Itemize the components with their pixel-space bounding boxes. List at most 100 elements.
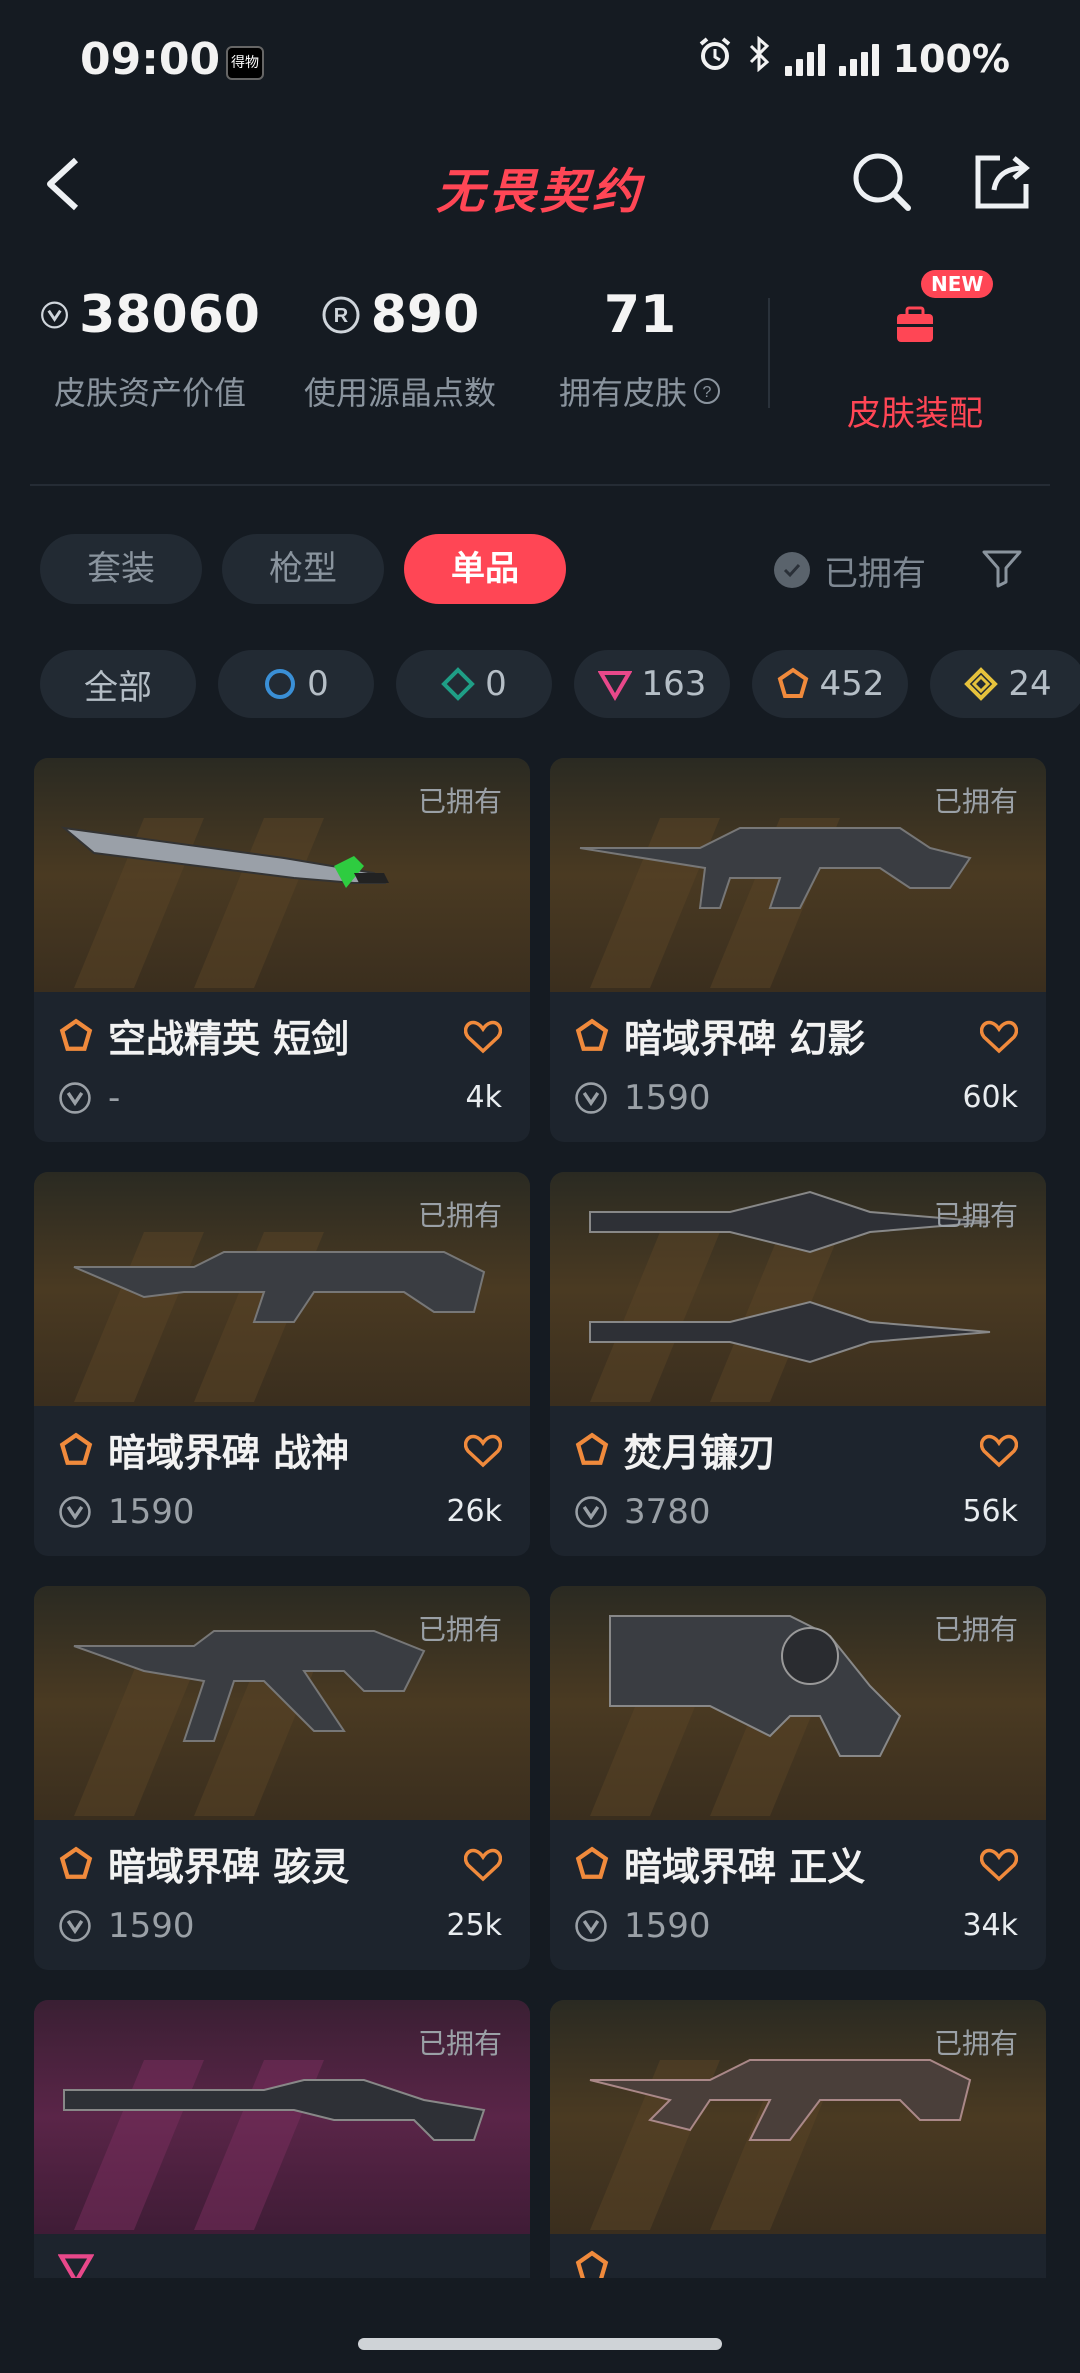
asset-value: 38060 — [79, 285, 260, 345]
skin-loadout-button[interactable]: NEW 皮肤装配 — [800, 270, 1030, 435]
skin-card[interactable]: 已拥有 暗域界碑 骇灵 1590 25k — [34, 1586, 530, 1970]
heart-icon — [463, 1020, 503, 1054]
owned-label: 已拥有 — [417, 785, 502, 818]
vp-icon — [59, 1910, 91, 1942]
vp-icon — [575, 1496, 607, 1528]
owned-skins-stat: 71 拥有皮肤 ? — [540, 280, 740, 414]
vp-icon — [575, 1910, 607, 1942]
favorite-button[interactable] — [463, 1020, 503, 1058]
skin-card[interactable]: 已拥有 — [550, 2000, 1046, 2278]
section-divider — [30, 484, 1050, 486]
chip-label: 全部 — [84, 667, 152, 708]
loadout-icon: NEW — [885, 270, 994, 350]
owned-label: 已拥有 — [933, 1199, 1018, 1232]
skin-card[interactable]: 已拥有 空战精英 短剑 - 4k — [34, 758, 530, 1142]
filter-icon — [982, 550, 1022, 588]
radianite-label: 使用源晶点数 — [303, 374, 496, 412]
tab-bundles[interactable]: 套装 — [40, 534, 202, 604]
vp-icon — [59, 1496, 91, 1528]
favorite-button[interactable] — [979, 1434, 1019, 1472]
chip-label: 452 — [819, 664, 885, 704]
skin-price: 3780 — [624, 1492, 711, 1532]
chip-label: 0 — [307, 664, 329, 704]
signal-icon-2 — [838, 42, 879, 76]
exclusive-tier-icon — [59, 1432, 93, 1465]
app-header: 无畏契约 — [0, 140, 1080, 230]
app-notification-icon: 得物 — [226, 46, 264, 80]
chip-all[interactable]: 全部 — [40, 650, 196, 718]
owned-filter-label: 已拥有 — [824, 553, 926, 594]
exclusive-tier-icon — [575, 1846, 609, 1879]
search-icon — [853, 153, 911, 211]
skin-image: 已拥有 — [34, 2000, 530, 2234]
chip-exclusive-tier[interactable]: 452 — [752, 650, 908, 718]
skin-card[interactable]: 已拥有 暗域界碑 幻影 1590 60k — [550, 758, 1046, 1142]
radianite-value: 890 — [370, 285, 480, 345]
exclusive-tier-icon — [575, 1018, 609, 1051]
svg-text:R: R — [333, 305, 348, 327]
skin-image: 已拥有 — [550, 758, 1046, 992]
select-tier-icon — [265, 669, 296, 699]
skin-card[interactable]: 已拥有 暗域界碑 正义 1590 34k — [550, 1586, 1046, 1970]
heart-icon — [979, 1020, 1019, 1054]
home-indicator[interactable] — [358, 2338, 722, 2350]
heart-icon — [463, 1848, 503, 1882]
tab-single-items[interactable]: 单品 — [404, 534, 566, 604]
owned-label: 已拥有 — [417, 2027, 502, 2060]
status-icons: 100% — [697, 35, 1010, 81]
favorite-button[interactable] — [463, 1434, 503, 1472]
skin-grid: 已拥有 空战精英 短剑 - 4k 已拥有 暗域界碑 幻影 1590 60k 已拥… — [34, 758, 1046, 2278]
chip-label: 163 — [641, 664, 707, 704]
signal-icon — [784, 42, 825, 76]
chip-label: 0 — [485, 664, 507, 704]
premium-tier-icon — [58, 2254, 94, 2278]
search-button[interactable] — [850, 150, 914, 218]
owned-label: 已拥有 — [417, 1613, 502, 1646]
owned-label: 已拥有 — [933, 785, 1018, 818]
exclusive-tier-icon — [575, 2250, 609, 2278]
skin-card[interactable]: 已拥有 — [34, 2000, 530, 2278]
chip-ultra-tier[interactable]: 24 — [930, 650, 1080, 718]
vp-icon — [41, 301, 68, 329]
like-count: 60k — [962, 1080, 1018, 1115]
page-title: 无畏契约 — [435, 164, 644, 220]
help-icon[interactable]: ? — [693, 377, 721, 405]
favorite-button[interactable] — [979, 1020, 1019, 1058]
skin-loadout-label: 皮肤装配 — [847, 394, 983, 434]
tab-weapon-type[interactable]: 枪型 — [222, 534, 384, 604]
chip-deluxe-tier[interactable]: 0 — [396, 650, 552, 718]
bluetooth-icon — [747, 35, 771, 81]
owned-skins-label: 拥有皮肤 — [558, 374, 687, 412]
tier-filter-chips: 全部 0 0 163 452 24 — [40, 650, 1080, 720]
exclusive-tier-icon — [59, 1018, 93, 1051]
exclusive-tier-icon — [777, 667, 808, 698]
owned-filter-toggle[interactable]: 已拥有 — [774, 540, 926, 600]
chip-premium-tier[interactable]: 163 — [574, 650, 730, 718]
skin-name: 暗域界碑 战神 — [108, 1431, 350, 1475]
skin-name: 暗域界碑 幻影 — [624, 1017, 866, 1061]
skin-card[interactable]: 已拥有 暗域界碑 战神 1590 26k — [34, 1172, 530, 1556]
premium-tier-icon — [597, 671, 632, 701]
like-count: 26k — [446, 1494, 502, 1529]
exclusive-tier-icon — [575, 1432, 609, 1465]
favorite-button[interactable] — [979, 1848, 1019, 1886]
skin-name: 焚月镰刃 — [624, 1431, 777, 1475]
skin-name: 暗域界碑 骇灵 — [108, 1845, 350, 1889]
ultra-tier-icon — [964, 667, 999, 701]
skin-price: 1590 — [108, 1906, 195, 1946]
like-count: 25k — [446, 1908, 502, 1943]
skin-card[interactable]: 已拥有 焚月镰刃 3780 56k — [550, 1172, 1046, 1556]
owned-skins-value: 71 — [603, 285, 677, 345]
vp-icon — [575, 1082, 607, 1114]
chip-select-tier[interactable]: 0 — [218, 650, 374, 718]
new-badge: NEW — [921, 270, 994, 298]
filter-button[interactable] — [980, 546, 1024, 594]
share-icon — [975, 155, 1030, 209]
clock: 09:00 — [80, 34, 221, 85]
vp-icon — [59, 1082, 91, 1114]
share-button[interactable] — [970, 150, 1034, 218]
favorite-button[interactable] — [463, 1848, 503, 1886]
svg-text:?: ? — [703, 384, 712, 401]
radianite-icon: R — [322, 296, 360, 334]
skin-image: 已拥有 — [34, 1172, 530, 1406]
